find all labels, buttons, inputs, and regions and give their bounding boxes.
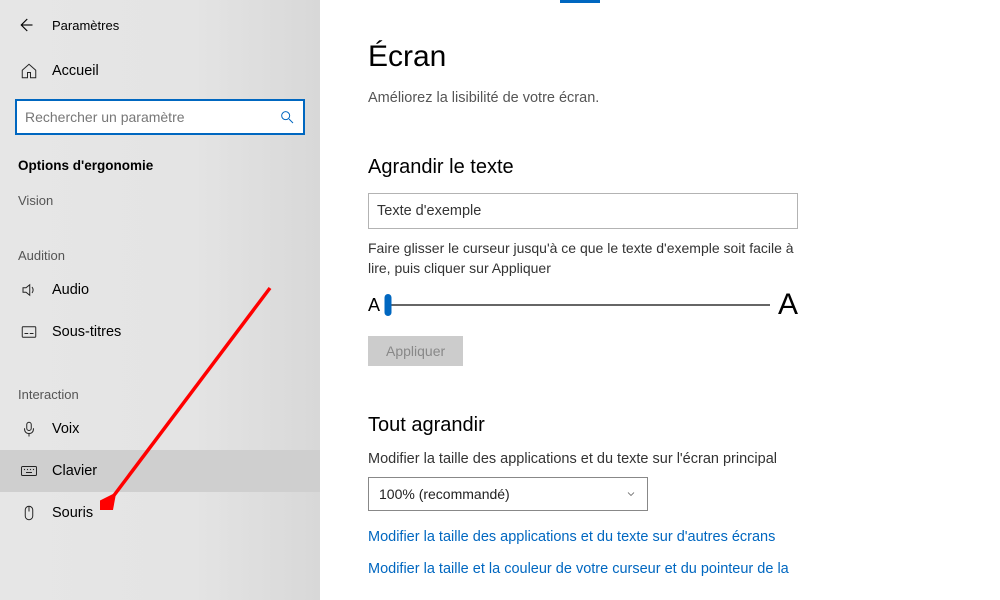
chevron-down-icon [625,488,637,500]
page-subtitle: Améliorez la lisibilité de votre écran. [368,90,1000,106]
home-button[interactable]: Accueil [0,52,320,90]
sidebar-item-label: Clavier [52,463,97,479]
back-icon[interactable] [16,16,34,34]
sidebar-item-keyboard[interactable]: Clavier [0,450,320,492]
link-cursor-pointer[interactable]: Modifier la taille et la couleur de votr… [368,561,1000,577]
slider-hint: Faire glisser le curseur jusqu'à ce que … [368,239,808,278]
text-size-slider[interactable]: A A [368,288,798,322]
sidebar-item-label: Voix [52,421,79,437]
main-content: Écran Améliorez la lisibilité de votre é… [320,0,1000,600]
search-icon [279,109,295,125]
keyboard-icon [20,462,38,480]
sidebar-group-interaction: Interaction [0,375,320,408]
page-title: Écran [368,40,1000,74]
mouse-icon [20,504,38,522]
sidebar-item-label: Audio [52,282,89,298]
sidebar-item-audio[interactable]: Audio [0,269,320,311]
scale-dropdown[interactable]: 100% (recommandé) [368,477,648,511]
sidebar-group-audition: Audition [0,236,320,269]
sample-text-box: Texte d'exemple [368,193,798,229]
sidebar-item-subtitles[interactable]: Sous-titres [0,311,320,353]
search-field[interactable] [25,109,279,125]
sidebar-section-title: Options d'ergonomie [0,148,320,181]
home-icon [20,62,38,80]
sidebar-item-label: Sous-titres [52,324,121,340]
sidebar-item-mouse[interactable]: Souris [0,492,320,534]
sidebar: Paramètres Accueil Options d'ergonomie V… [0,0,320,600]
sidebar-group-vision: Vision [0,181,320,214]
scale-label: Modifier la taille des applications et d… [368,451,1000,467]
slider-max-icon: A [778,288,798,322]
audio-icon [20,281,38,299]
sidebar-item-label: Souris [52,505,93,521]
sidebar-item-voice[interactable]: Voix [0,408,320,450]
search-input[interactable] [16,100,304,134]
section-heading-text: Agrandir le texte [368,156,1000,179]
slider-min-icon: A [368,295,380,316]
slider-thumb[interactable] [385,294,392,316]
dropdown-value: 100% (recommandé) [379,486,510,502]
slider-track[interactable] [388,304,770,306]
link-other-screens[interactable]: Modifier la taille des applications et d… [368,529,1000,545]
subtitles-icon [20,323,38,341]
voice-icon [20,420,38,438]
apply-button[interactable]: Appliquer [368,336,463,366]
window-title: Paramètres [52,18,119,33]
section-heading-scale: Tout agrandir [368,414,1000,437]
home-label: Accueil [52,63,99,79]
